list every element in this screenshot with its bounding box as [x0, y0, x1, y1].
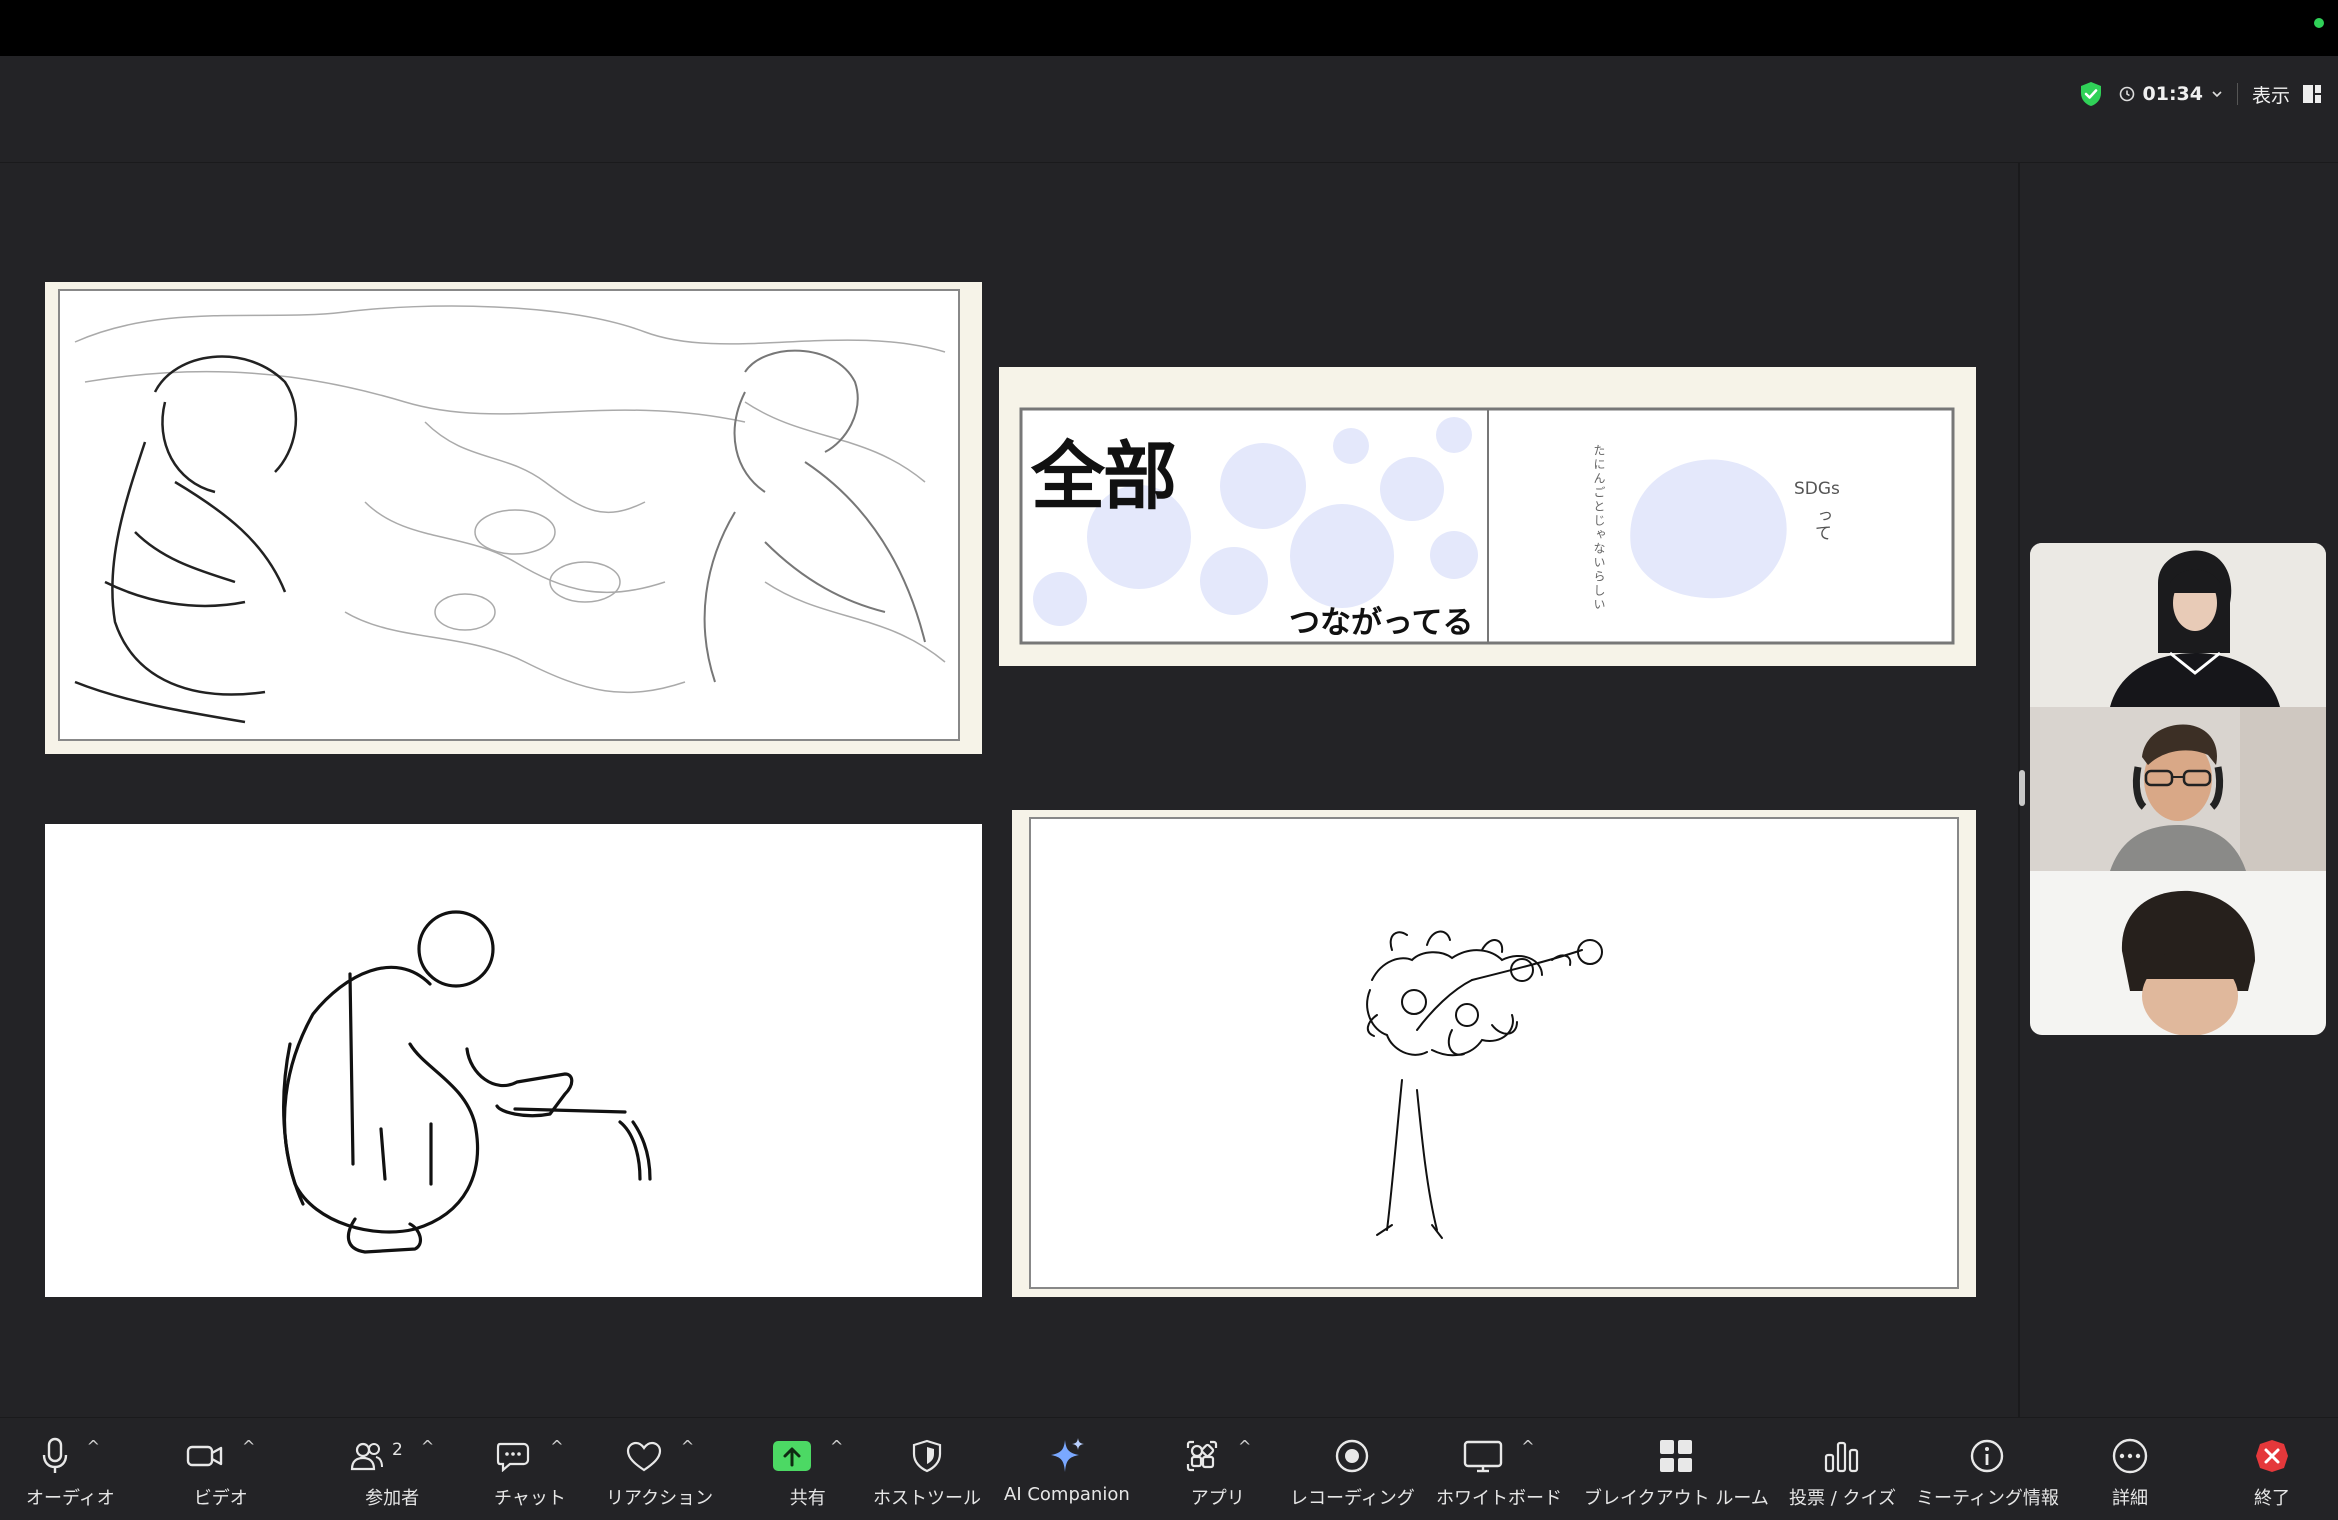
share-label: 共有 — [789, 1488, 826, 1509]
participant-video-tile[interactable] — [2030, 707, 2326, 871]
reactions-label: リアクション — [606, 1488, 714, 1509]
meeting-header — [0, 56, 2338, 163]
chat-label: チャット — [494, 1488, 566, 1509]
participants-count: 2 — [392, 1440, 403, 1460]
chat-button[interactable]: ^ チャット — [494, 1436, 566, 1510]
info-icon — [1971, 1439, 2004, 1473]
slide-all-connected[interactable]: 全部 つながってる たにんごとじゃないらしい SDGs って — [999, 367, 1976, 666]
apps-options-chevron-icon[interactable]: ^ — [1238, 1437, 1251, 1456]
polls-label: 投票 / クイズ — [1789, 1488, 1896, 1509]
participant-video-tile[interactable] — [2030, 543, 2326, 707]
view-button[interactable]: 表示 — [2252, 81, 2322, 108]
timer-value: 01:34 — [2142, 83, 2203, 105]
host-tools-button[interactable]: ホストツール — [873, 1436, 981, 1510]
reactions-options-chevron-icon[interactable]: ^ — [681, 1437, 694, 1456]
heart-icon — [626, 1441, 661, 1472]
recording-label: レコーディング — [1290, 1488, 1415, 1509]
slide-vertical-text: たにんごとじゃないらしい — [1592, 444, 1606, 612]
polls-button[interactable]: 投票 / クイズ — [1789, 1436, 1896, 1510]
end-meeting-button[interactable]: 終了 — [2254, 1436, 2290, 1510]
participant-video-2 — [2030, 707, 2326, 871]
slide-crouching-figure[interactable] — [45, 824, 982, 1297]
meeting-info-label: ミーティング情報 — [1916, 1488, 2059, 1509]
meeting-toolbar: ^ オーディオ ^ ビデオ 2 ^ 参加者 ^ チャット ^ リアクション ^ … — [0, 1417, 2338, 1520]
fruit-tree-drawing — [1012, 810, 1976, 1297]
slide-fruit-tree[interactable] — [1012, 810, 1976, 1297]
host-tools-label: ホストツール — [873, 1488, 981, 1509]
encryption-shield-icon[interactable] — [2077, 80, 2105, 108]
reactions-button[interactable]: ^ リアクション — [606, 1436, 713, 1510]
end-label: 終了 — [2254, 1488, 2290, 1509]
chat-bubble-icon — [497, 1442, 530, 1472]
share-screen-icon — [773, 1441, 811, 1471]
pane-resize-handle[interactable] — [2019, 770, 2025, 806]
video-label: ビデオ — [193, 1488, 248, 1509]
video-camera-icon — [186, 1445, 223, 1467]
participant-video-tile[interactable] — [2030, 871, 2326, 1035]
whiteboard-button[interactable]: ^ ホワイトボード — [1436, 1436, 1562, 1510]
apps-label: アプリ — [1190, 1488, 1245, 1509]
audio-options-chevron-icon[interactable]: ^ — [87, 1437, 100, 1456]
layout-grid-icon — [2303, 85, 2321, 103]
participant-video-1 — [2030, 543, 2326, 707]
clock-icon — [2119, 86, 2134, 102]
video-options-chevron-icon[interactable]: ^ — [242, 1437, 255, 1456]
slide-sdgs: SDGs — [1794, 479, 1840, 499]
sketch-two-women-image — [45, 282, 982, 754]
breakout-rooms-button[interactable]: ブレイクアウト ルーム — [1584, 1436, 1769, 1510]
participants-button[interactable]: 2 ^ 参加者 — [350, 1436, 434, 1510]
microphone-icon — [42, 1437, 67, 1473]
chat-options-chevron-icon[interactable]: ^ — [550, 1437, 563, 1456]
record-icon — [1336, 1439, 1369, 1473]
participants-label: 参加者 — [365, 1488, 420, 1509]
bar-chart-icon — [1825, 1441, 1859, 1473]
breakout-grid-icon — [1660, 1440, 1693, 1472]
top-controls: 01:34 表示 — [2077, 76, 2323, 112]
more-dots-icon — [2112, 1438, 2148, 1474]
status-indicator-dot — [2314, 18, 2324, 28]
slide-sketch-two-women[interactable] — [45, 282, 982, 754]
apps-button[interactable]: ^ アプリ — [1184, 1436, 1251, 1510]
apps-icon — [1186, 1440, 1218, 1472]
header-separator — [2236, 83, 2238, 105]
video-button[interactable]: ^ ビデオ — [186, 1436, 255, 1510]
participants-options-chevron-icon[interactable]: ^ — [421, 1437, 434, 1456]
share-button[interactable]: ^ 共有 — [772, 1436, 843, 1510]
more-label: 詳細 — [2112, 1488, 2148, 1509]
recording-button[interactable]: レコーディング — [1290, 1436, 1415, 1510]
audio-label: オーディオ — [26, 1488, 115, 1509]
participant-video-gallery — [2030, 543, 2326, 1035]
chevron-down-icon — [2212, 91, 2222, 98]
ai-companion-label: AI Companion — [1004, 1484, 1130, 1505]
meeting-info-button[interactable]: ミーティング情報 — [1916, 1436, 2059, 1510]
end-close-icon — [2256, 1440, 2288, 1472]
host-tools-shield-icon — [912, 1439, 942, 1473]
more-button[interactable]: 詳細 — [2111, 1436, 2149, 1510]
whiteboard-icon — [1464, 1440, 1503, 1473]
breakout-rooms-label: ブレイクアウト ルーム — [1584, 1488, 1769, 1509]
audio-button[interactable]: ^ オーディオ — [26, 1436, 115, 1510]
slide-headline: 全部 — [1031, 434, 1177, 520]
slide-tagline: つながってる — [1289, 605, 1474, 641]
ai-companion-button[interactable]: AI Companion — [1004, 1436, 1130, 1505]
slide-sdgs-tail: って — [1811, 507, 1831, 541]
share-options-chevron-icon[interactable]: ^ — [830, 1437, 843, 1456]
participant-video-3 — [2030, 871, 2326, 1035]
system-top-bar — [0, 0, 2338, 56]
crouching-figure-drawing — [45, 824, 982, 1297]
view-label: 表示 — [2251, 84, 2290, 107]
whiteboard-options-chevron-icon[interactable]: ^ — [1521, 1437, 1534, 1456]
whiteboard-label: ホワイトボード — [1436, 1488, 1562, 1509]
sparkle-icon — [1050, 1438, 1084, 1472]
meeting-timer[interactable]: 01:34 — [2119, 83, 2223, 105]
participants-icon — [350, 1442, 383, 1471]
